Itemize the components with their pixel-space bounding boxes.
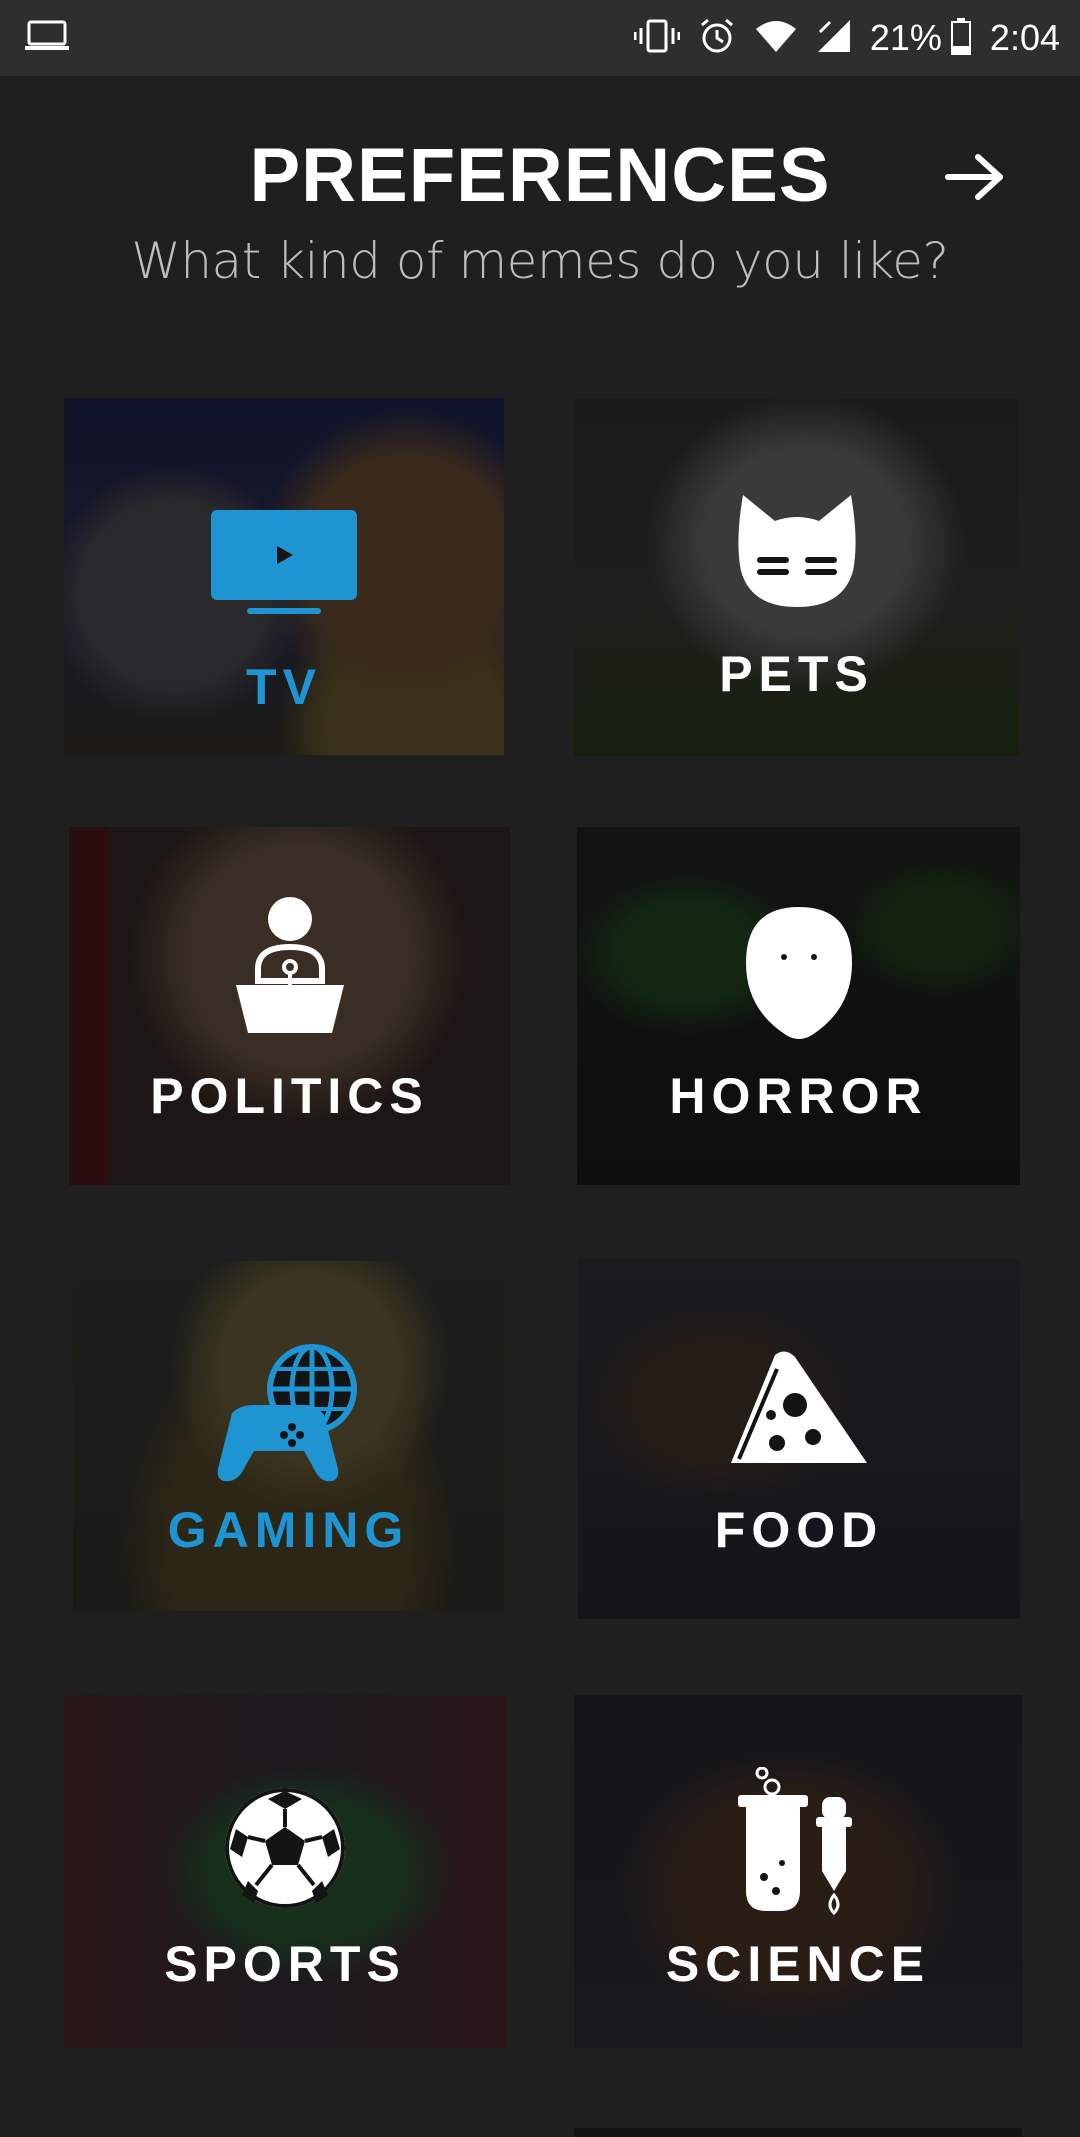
category-label: TV [246, 659, 322, 715]
category-tile-pets[interactable]: PETS [574, 399, 1019, 756]
laptop-icon [24, 19, 70, 57]
category-label: SCIENCE [665, 1936, 931, 1992]
page-title: PREFERENCES [249, 133, 831, 218]
category-label: POLITICS [150, 1068, 429, 1124]
tv-icon [211, 510, 357, 614]
category-label: HORROR [669, 1068, 928, 1124]
page-subtitle: What kind of memes do you like? [131, 232, 949, 290]
wifi-icon [754, 19, 798, 57]
gamepad-icon [217, 1344, 357, 1482]
status-bar: 21% 2:04 [0, 0, 1080, 76]
category-label: PETS [719, 646, 874, 702]
category-label: FOOD [714, 1502, 884, 1558]
category-tile-gaming[interactable]: GAMING [73, 1261, 504, 1611]
battery-icon [950, 17, 972, 59]
soccer-ball-icon [225, 1788, 345, 1908]
vibrate-icon [633, 18, 681, 58]
cat-icon [737, 495, 856, 607]
category-label: GAMING [167, 1502, 410, 1558]
category-tile-horror[interactable]: HORROR [577, 827, 1020, 1185]
clock-time: 2:04 [989, 17, 1060, 58]
arrow-right-icon [945, 154, 1003, 200]
mask-icon [745, 907, 852, 1039]
podium-icon [235, 897, 344, 1033]
next-row-tile-partial[interactable] [574, 2128, 1022, 2137]
signal-icon [816, 18, 852, 58]
category-tile-food[interactable]: FOOD [578, 1259, 1020, 1619]
alarm-icon [698, 17, 736, 59]
next-button[interactable] [940, 142, 1010, 212]
category-tile-politics[interactable]: POLITICS [69, 827, 510, 1185]
test-tube-icon [738, 1767, 852, 1916]
battery-percent: 21% [869, 17, 942, 58]
category-tile-tv[interactable]: TV [64, 398, 504, 755]
pizza-icon [731, 1351, 867, 1463]
category-tile-science[interactable]: SCIENCE [574, 1695, 1022, 2048]
category-tile-sports[interactable]: SPORTS [64, 1695, 506, 2048]
category-label: SPORTS [164, 1936, 406, 1992]
